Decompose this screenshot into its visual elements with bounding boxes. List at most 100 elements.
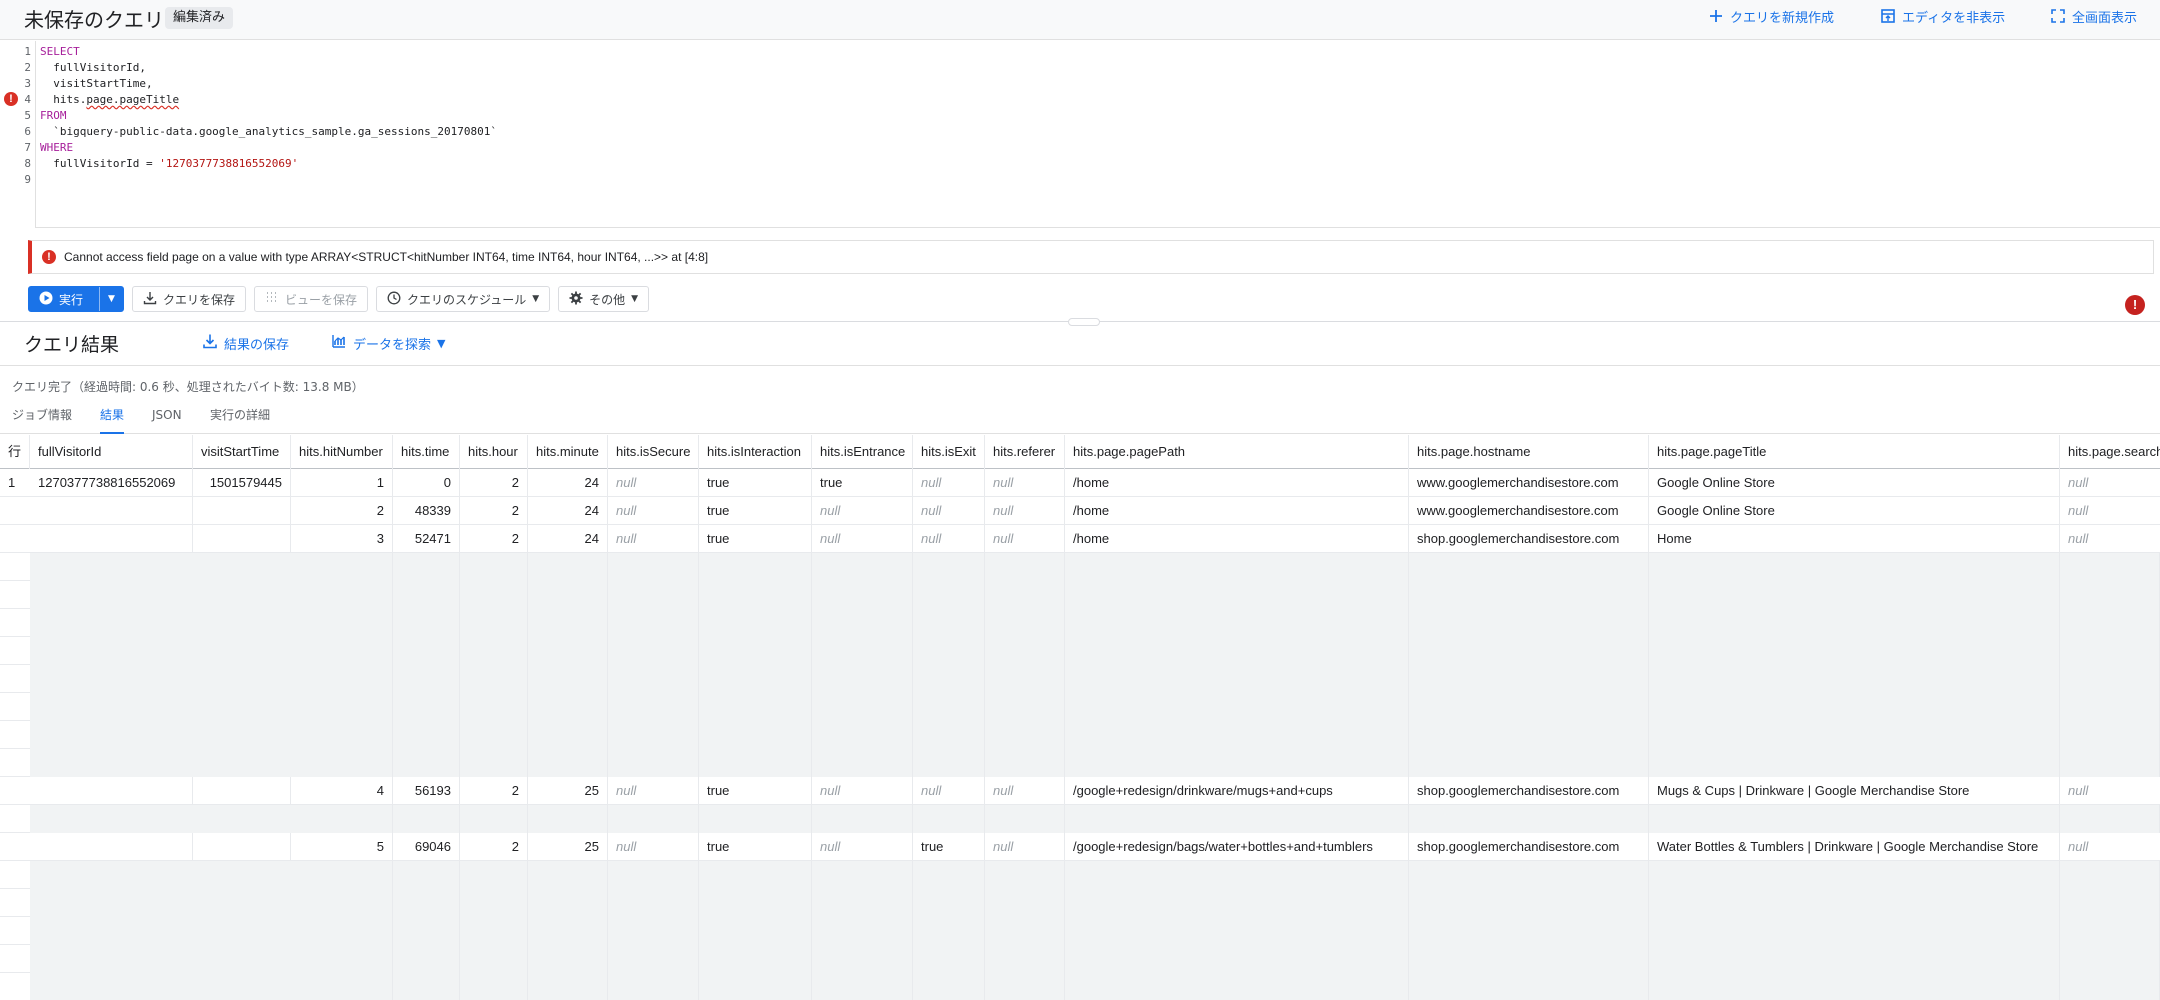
- column-header[interactable]: hits.time: [393, 435, 460, 469]
- table-cell[interactable]: Home: [1649, 525, 2060, 553]
- table-cell[interactable]: Water Bottles & Tumblers | Drinkware | G…: [1649, 833, 2060, 861]
- table-cell[interactable]: 3: [291, 525, 393, 553]
- table-cell[interactable]: null: [608, 469, 699, 497]
- table-cell[interactable]: 24: [528, 469, 608, 497]
- column-header[interactable]: hits.page.hostname: [1409, 435, 1649, 469]
- run-main[interactable]: 実行: [29, 287, 93, 311]
- column-header[interactable]: hits.isExit: [913, 435, 985, 469]
- table-cell[interactable]: true: [699, 469, 812, 497]
- table-cell[interactable]: [30, 777, 193, 805]
- column-header[interactable]: hits.page.pagePath: [1065, 435, 1409, 469]
- more-button[interactable]: その他 ▼: [558, 286, 650, 312]
- table-cell[interactable]: www.googlemerchandisestore.com: [1409, 497, 1649, 525]
- table-cell[interactable]: null: [812, 497, 913, 525]
- table-cell[interactable]: www.googlemerchandisestore.com: [1409, 469, 1649, 497]
- table-cell[interactable]: [193, 833, 291, 861]
- table-cell[interactable]: 69046: [393, 833, 460, 861]
- table-cell[interactable]: shop.googlemerchandisestore.com: [1409, 525, 1649, 553]
- table-cell[interactable]: null: [985, 777, 1065, 805]
- line-error-icon[interactable]: !: [4, 92, 18, 106]
- table-cell[interactable]: 2: [460, 833, 528, 861]
- table-cell[interactable]: null: [2060, 497, 2160, 525]
- table-cell[interactable]: null: [985, 525, 1065, 553]
- column-header[interactable]: fullVisitorId: [30, 435, 193, 469]
- table-cell[interactable]: [193, 525, 291, 553]
- table-cell[interactable]: 2: [460, 777, 528, 805]
- table-cell[interactable]: true: [812, 469, 913, 497]
- table-cell[interactable]: null: [812, 525, 913, 553]
- table-cell[interactable]: 24: [528, 525, 608, 553]
- table-cell[interactable]: shop.googlemerchandisestore.com: [1409, 833, 1649, 861]
- fullscreen-button[interactable]: 全画面表示: [2050, 8, 2137, 30]
- table-cell[interactable]: 4: [291, 777, 393, 805]
- hide-editor-button[interactable]: エディタを非表示: [1880, 8, 2005, 30]
- column-header[interactable]: hits.isInteraction: [699, 435, 812, 469]
- table-cell[interactable]: Mugs & Cups | Drinkware | Google Merchan…: [1649, 777, 2060, 805]
- table-cell[interactable]: null: [913, 777, 985, 805]
- table-cell[interactable]: [30, 525, 193, 553]
- table-cell[interactable]: true: [913, 833, 985, 861]
- save-query-button[interactable]: クエリを保存: [132, 286, 247, 312]
- table-cell[interactable]: [30, 833, 193, 861]
- table-cell[interactable]: true: [699, 525, 812, 553]
- table-cell[interactable]: null: [608, 497, 699, 525]
- table-cell[interactable]: null: [812, 833, 913, 861]
- column-header[interactable]: hits.hitNumber: [291, 435, 393, 469]
- table-cell[interactable]: [193, 777, 291, 805]
- save-view-button[interactable]: ビューを保存: [254, 286, 369, 312]
- column-header[interactable]: visitStartTime: [193, 435, 291, 469]
- table-cell[interactable]: true: [699, 833, 812, 861]
- table-cell[interactable]: 1270377738816552069: [30, 469, 193, 497]
- column-header[interactable]: hits.isSecure: [608, 435, 699, 469]
- table-cell[interactable]: 25: [528, 833, 608, 861]
- table-cell[interactable]: 56193: [393, 777, 460, 805]
- table-cell[interactable]: /home: [1065, 469, 1409, 497]
- table-cell[interactable]: /google+redesign/drinkware/mugs+and+cups: [1065, 777, 1409, 805]
- table-cell[interactable]: /home: [1065, 497, 1409, 525]
- table-cell[interactable]: [30, 497, 193, 525]
- tab-execution-details[interactable]: 実行の詳細: [210, 400, 270, 434]
- table-cell[interactable]: Google Online Store: [1649, 469, 2060, 497]
- column-header[interactable]: hits.minute: [528, 435, 608, 469]
- run-options-dropdown[interactable]: ▼: [99, 287, 123, 311]
- table-cell[interactable]: 2: [291, 497, 393, 525]
- table-cell[interactable]: true: [699, 497, 812, 525]
- sql-editor[interactable]: 1 2 3 4 5 6 7 8 9 ! SELECT fullVisitorId…: [0, 41, 2160, 228]
- table-cell[interactable]: /home: [1065, 525, 1409, 553]
- table-cell[interactable]: null: [2060, 777, 2160, 805]
- table-cell[interactable]: 2: [460, 497, 528, 525]
- table-cell[interactable]: 5: [291, 833, 393, 861]
- column-header[interactable]: hits.hour: [460, 435, 528, 469]
- column-header[interactable]: hits.referer: [985, 435, 1065, 469]
- schedule-button[interactable]: クエリのスケジュール ▼: [376, 286, 551, 312]
- table-cell[interactable]: null: [985, 833, 1065, 861]
- table-cell[interactable]: 0: [393, 469, 460, 497]
- table-cell[interactable]: null: [2060, 469, 2160, 497]
- explore-data-button[interactable]: データを探索 ▼: [331, 333, 445, 353]
- table-cell[interactable]: 1501579445: [193, 469, 291, 497]
- table-cell[interactable]: /google+redesign/bags/water+bottles+and+…: [1065, 833, 1409, 861]
- table-cell[interactable]: Google Online Store: [1649, 497, 2060, 525]
- table-cell[interactable]: null: [985, 469, 1065, 497]
- tab-results[interactable]: 結果: [100, 400, 125, 434]
- table-cell[interactable]: null: [913, 525, 985, 553]
- table-cell[interactable]: 24: [528, 497, 608, 525]
- table-cell[interactable]: 25: [528, 777, 608, 805]
- table-cell[interactable]: true: [699, 777, 812, 805]
- table-cell[interactable]: shop.googlemerchandisestore.com: [1409, 777, 1649, 805]
- table-cell[interactable]: null: [608, 777, 699, 805]
- table-cell[interactable]: null: [608, 525, 699, 553]
- table-cell[interactable]: null: [2060, 525, 2160, 553]
- table-cell[interactable]: null: [2060, 833, 2160, 861]
- table-cell[interactable]: 2: [460, 469, 528, 497]
- validator-error-icon[interactable]: !: [2125, 295, 2145, 315]
- table-cell[interactable]: 2: [460, 525, 528, 553]
- table-cell[interactable]: 48339: [393, 497, 460, 525]
- column-header[interactable]: hits.page.pageTitle: [1649, 435, 2060, 469]
- tab-job-info[interactable]: ジョブ情報: [12, 400, 72, 434]
- run-button[interactable]: 実行 ▼: [28, 286, 125, 312]
- table-cell[interactable]: null: [608, 833, 699, 861]
- column-header[interactable]: hits.page.searchKeyword: [2060, 435, 2160, 469]
- table-cell[interactable]: 52471: [393, 525, 460, 553]
- table-cell[interactable]: null: [812, 777, 913, 805]
